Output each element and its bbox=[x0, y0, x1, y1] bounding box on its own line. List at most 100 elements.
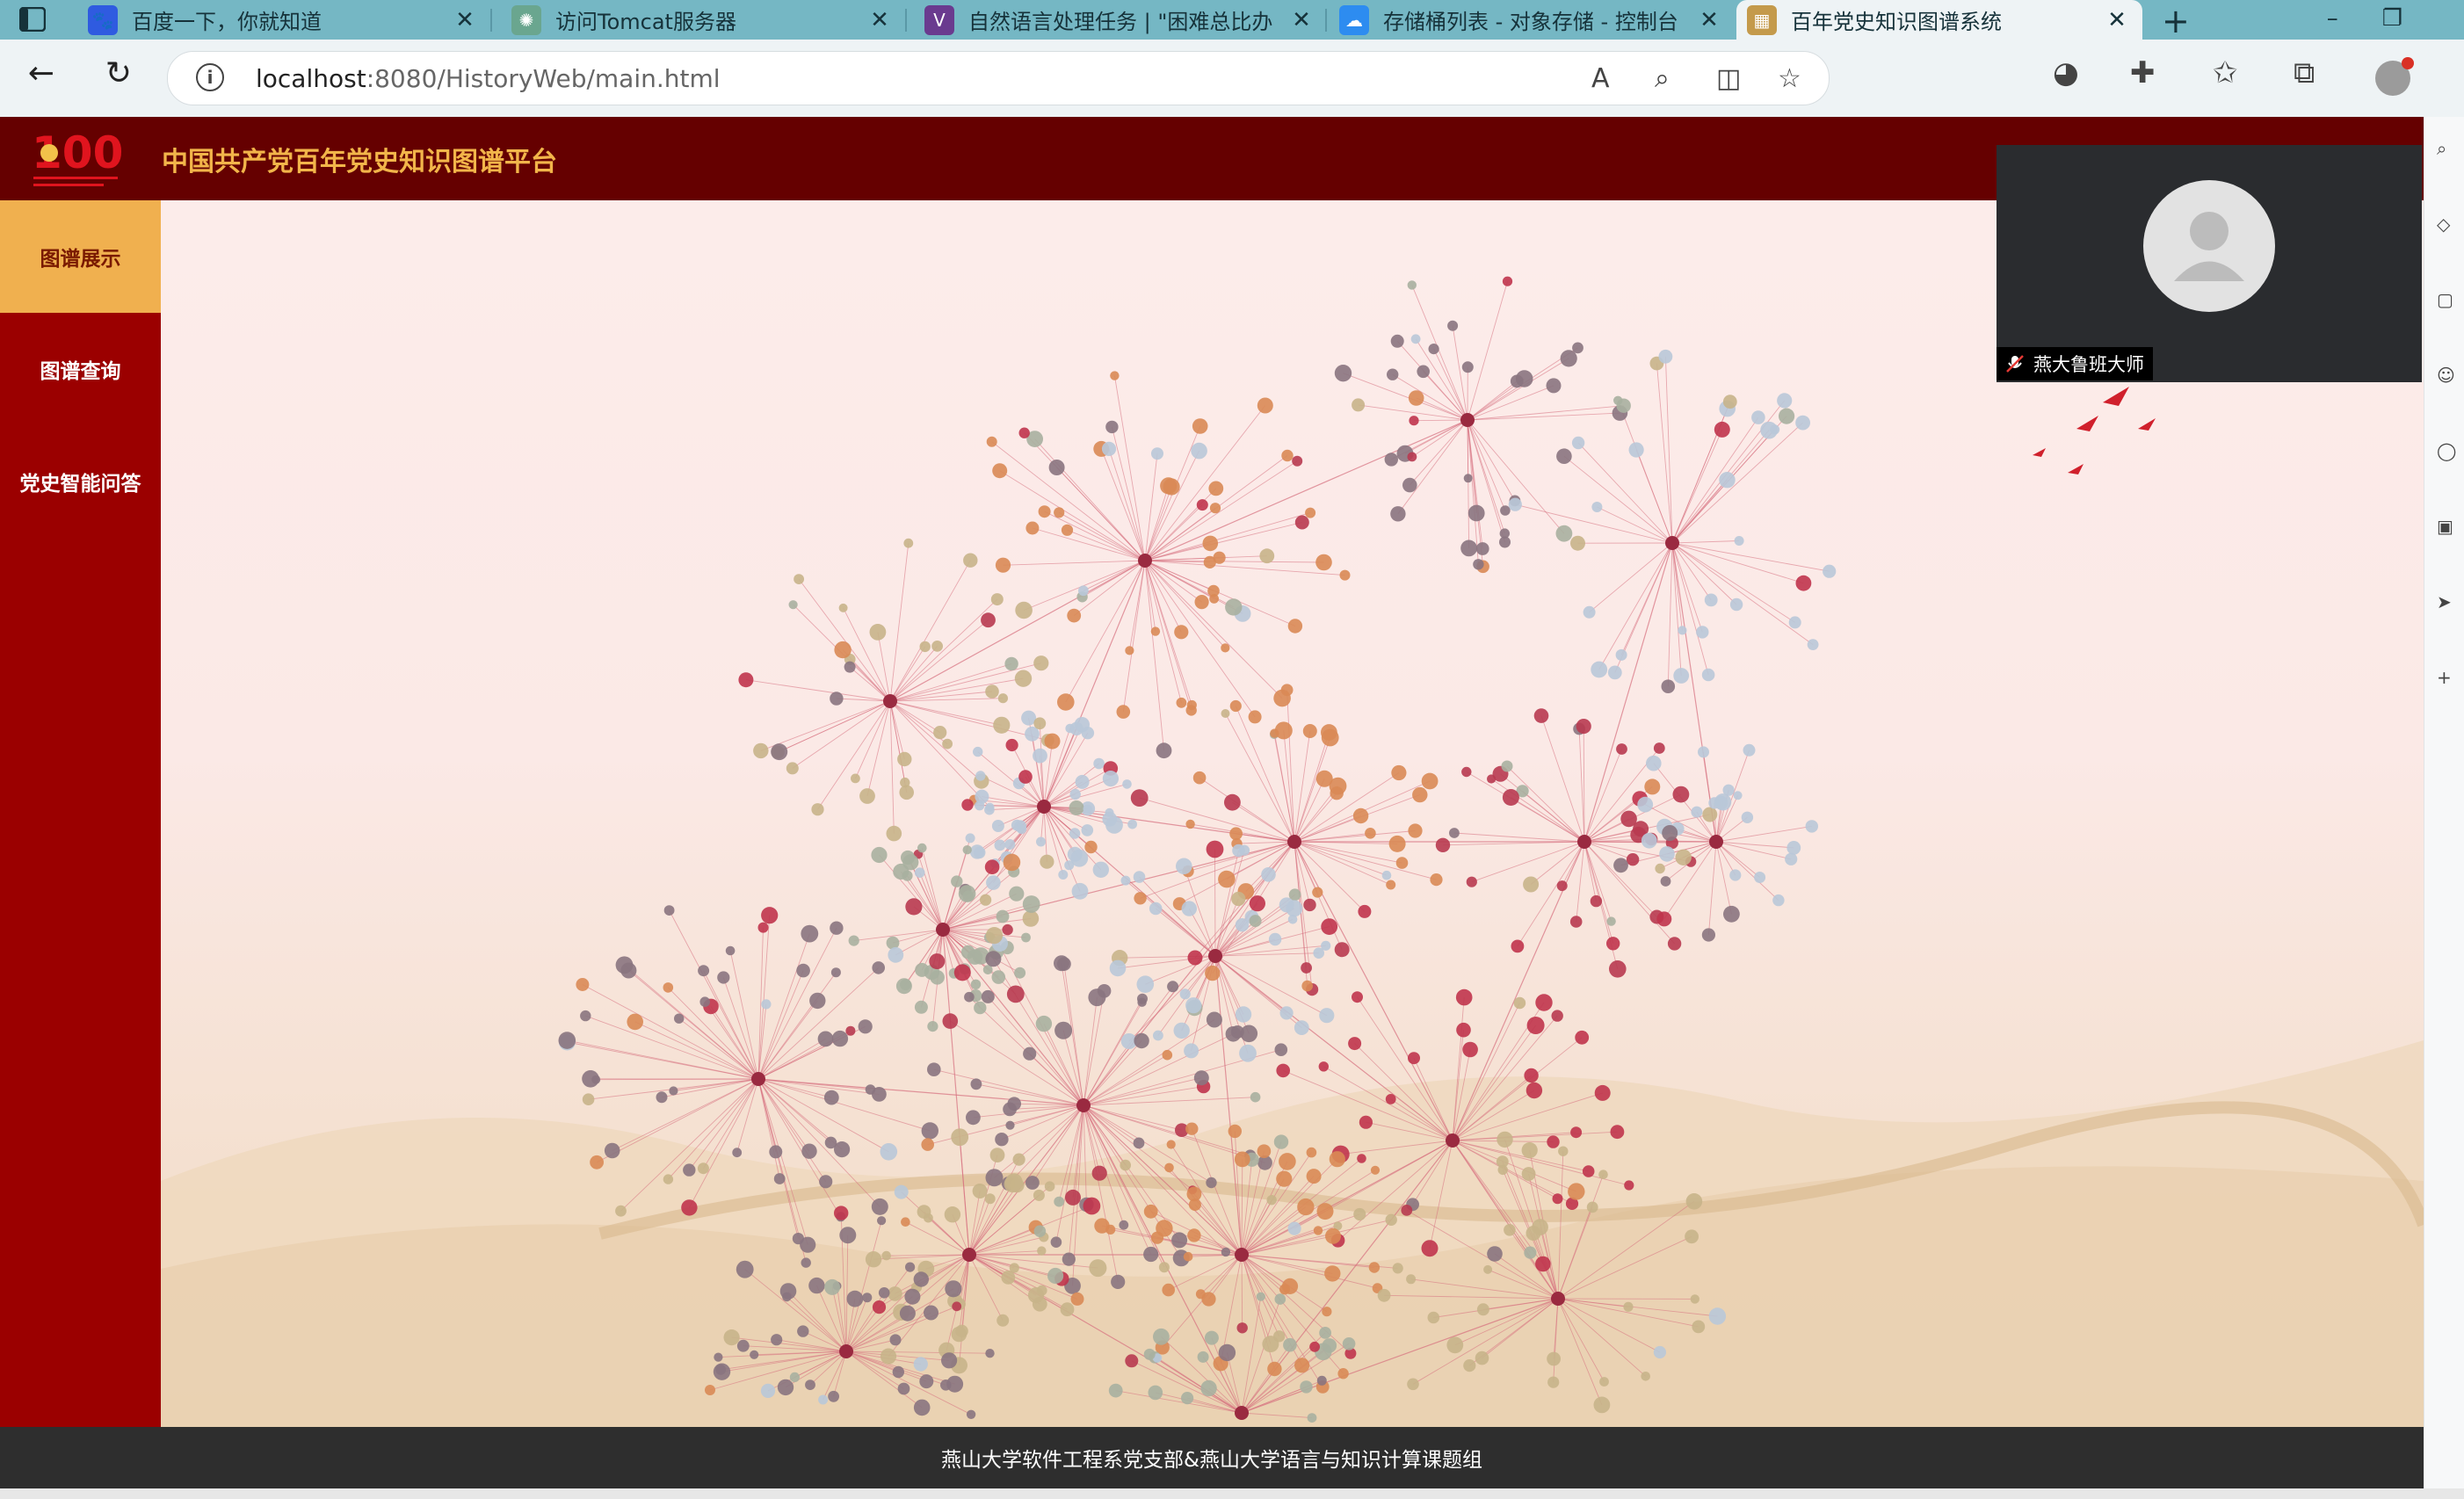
graph-node[interactable] bbox=[1025, 1176, 1040, 1190]
graph-node[interactable] bbox=[830, 692, 844, 706]
graph-node[interactable] bbox=[1150, 626, 1161, 636]
graph-node[interactable] bbox=[1004, 1175, 1021, 1193]
graph-hub-node[interactable] bbox=[1235, 1406, 1249, 1420]
graph-node[interactable] bbox=[1368, 1262, 1381, 1273]
graph-canvas[interactable] bbox=[161, 200, 2424, 1427]
graph-node[interactable] bbox=[951, 875, 963, 887]
graph-node[interactable] bbox=[771, 743, 788, 761]
graph-node[interactable] bbox=[797, 1325, 809, 1337]
graph-node[interactable] bbox=[945, 1280, 962, 1298]
graph-node[interactable] bbox=[738, 672, 754, 688]
graph-node[interactable] bbox=[1795, 415, 1810, 431]
graph-node[interactable] bbox=[985, 951, 1002, 967]
graph-node[interactable] bbox=[993, 716, 1011, 734]
graph-node[interactable] bbox=[1628, 442, 1644, 458]
graph-node[interactable] bbox=[1287, 915, 1298, 924]
browser-tab[interactable]: ☁ 存储桶列表 - 对象存储 - 控制台 ✕ bbox=[1329, 0, 1735, 40]
graph-node[interactable] bbox=[1162, 1283, 1175, 1297]
graph-node[interactable] bbox=[1656, 911, 1672, 927]
graph-node[interactable] bbox=[888, 1286, 902, 1301]
graph-node[interactable] bbox=[1235, 1006, 1252, 1023]
graph-node[interactable] bbox=[880, 1348, 897, 1365]
graph-node[interactable] bbox=[1547, 1351, 1561, 1366]
graph-node[interactable] bbox=[1120, 875, 1131, 886]
graph-node[interactable] bbox=[1701, 668, 1715, 682]
bag-icon[interactable]: ▢ bbox=[2437, 289, 2453, 310]
graph-node[interactable] bbox=[1606, 916, 1616, 926]
graph-node[interactable] bbox=[1714, 421, 1730, 438]
graph-node[interactable] bbox=[1468, 504, 1485, 522]
graph-node[interactable] bbox=[1187, 950, 1203, 966]
graph-node[interactable] bbox=[1575, 1030, 1590, 1045]
graph-node[interactable] bbox=[1221, 1247, 1231, 1257]
graph-node[interactable] bbox=[1176, 858, 1192, 875]
graph-node[interactable] bbox=[914, 867, 925, 878]
graph-node[interactable] bbox=[1065, 1189, 1081, 1206]
graph-node[interactable] bbox=[1672, 786, 1690, 803]
graph-node[interactable] bbox=[1805, 820, 1818, 833]
graph-node[interactable] bbox=[1466, 876, 1477, 887]
graph-node[interactable] bbox=[1501, 760, 1513, 772]
graph-node[interactable] bbox=[1259, 548, 1275, 564]
graph-node[interactable] bbox=[1164, 1162, 1174, 1173]
tools-icon[interactable]: ◇ bbox=[2437, 214, 2450, 235]
graph-node[interactable] bbox=[1130, 789, 1149, 807]
graph-node[interactable] bbox=[1455, 988, 1473, 1006]
graph-node[interactable] bbox=[1033, 1225, 1047, 1237]
graph-node[interactable] bbox=[1004, 839, 1016, 850]
graph-node[interactable] bbox=[1078, 585, 1089, 597]
graph-node[interactable] bbox=[1012, 1153, 1025, 1166]
graph-node[interactable] bbox=[1266, 1195, 1277, 1206]
graph-node[interactable] bbox=[1760, 421, 1778, 439]
graph-node[interactable] bbox=[1054, 1021, 1073, 1039]
graph-node[interactable] bbox=[1297, 1198, 1315, 1216]
graph-node[interactable] bbox=[975, 771, 986, 781]
graph-node[interactable] bbox=[1785, 852, 1798, 865]
graph-node[interactable] bbox=[1691, 806, 1703, 818]
collections-icon[interactable]: ⧉ bbox=[2294, 55, 2315, 91]
graph-node[interactable] bbox=[771, 1334, 783, 1346]
refresh-icon[interactable]: ↻ bbox=[97, 55, 141, 91]
graph-node[interactable] bbox=[1473, 559, 1484, 570]
graph-hub-node[interactable] bbox=[751, 1072, 765, 1086]
graph-node[interactable] bbox=[1352, 398, 1366, 412]
graph-node[interactable] bbox=[1301, 980, 1313, 992]
graph-node[interactable] bbox=[1181, 901, 1198, 916]
graph-node[interactable] bbox=[1535, 994, 1553, 1011]
graph-node[interactable] bbox=[1487, 1246, 1503, 1262]
graph-node[interactable] bbox=[1057, 693, 1075, 711]
graph-node[interactable] bbox=[895, 978, 912, 995]
graph-node[interactable] bbox=[1701, 928, 1715, 942]
read-aloud-icon[interactable]: A bbox=[1591, 63, 1610, 94]
graph-node[interactable] bbox=[1475, 1351, 1489, 1365]
graph-node[interactable] bbox=[919, 641, 931, 653]
graph-node[interactable] bbox=[1384, 453, 1399, 467]
graph-node[interactable] bbox=[1300, 1380, 1313, 1394]
graph-node[interactable] bbox=[1192, 771, 1207, 785]
graph-node[interactable] bbox=[1108, 1383, 1123, 1398]
graph-node[interactable] bbox=[1280, 684, 1294, 697]
graph-node[interactable] bbox=[931, 641, 943, 652]
browser-tab[interactable]: 🐾 百度一下，你就知道 ✕ bbox=[77, 0, 490, 40]
graph-node[interactable] bbox=[902, 854, 919, 871]
graph-node[interactable] bbox=[1743, 743, 1756, 757]
graph-node[interactable] bbox=[715, 1364, 727, 1375]
graph-node[interactable] bbox=[1460, 539, 1477, 557]
graph-node[interactable] bbox=[1675, 849, 1692, 865]
graph-node[interactable] bbox=[1257, 397, 1273, 414]
graph-node[interactable] bbox=[1410, 334, 1421, 344]
graph-node[interactable] bbox=[1060, 1302, 1075, 1317]
graph-node[interactable] bbox=[970, 979, 982, 989]
graph-node[interactable] bbox=[1033, 717, 1047, 730]
graph-node[interactable] bbox=[973, 846, 986, 859]
graph-node[interactable] bbox=[972, 1184, 988, 1198]
graph-node[interactable] bbox=[942, 1013, 959, 1029]
graph-node[interactable] bbox=[1446, 1336, 1464, 1354]
graph-node[interactable] bbox=[1179, 988, 1191, 1000]
graph-node[interactable] bbox=[1067, 608, 1082, 623]
graph-node[interactable] bbox=[986, 875, 1001, 890]
graph-node[interactable] bbox=[663, 905, 675, 916]
graph-node[interactable] bbox=[1294, 515, 1309, 530]
graph-node[interactable] bbox=[1084, 840, 1098, 854]
graph-node[interactable] bbox=[1526, 1082, 1543, 1099]
